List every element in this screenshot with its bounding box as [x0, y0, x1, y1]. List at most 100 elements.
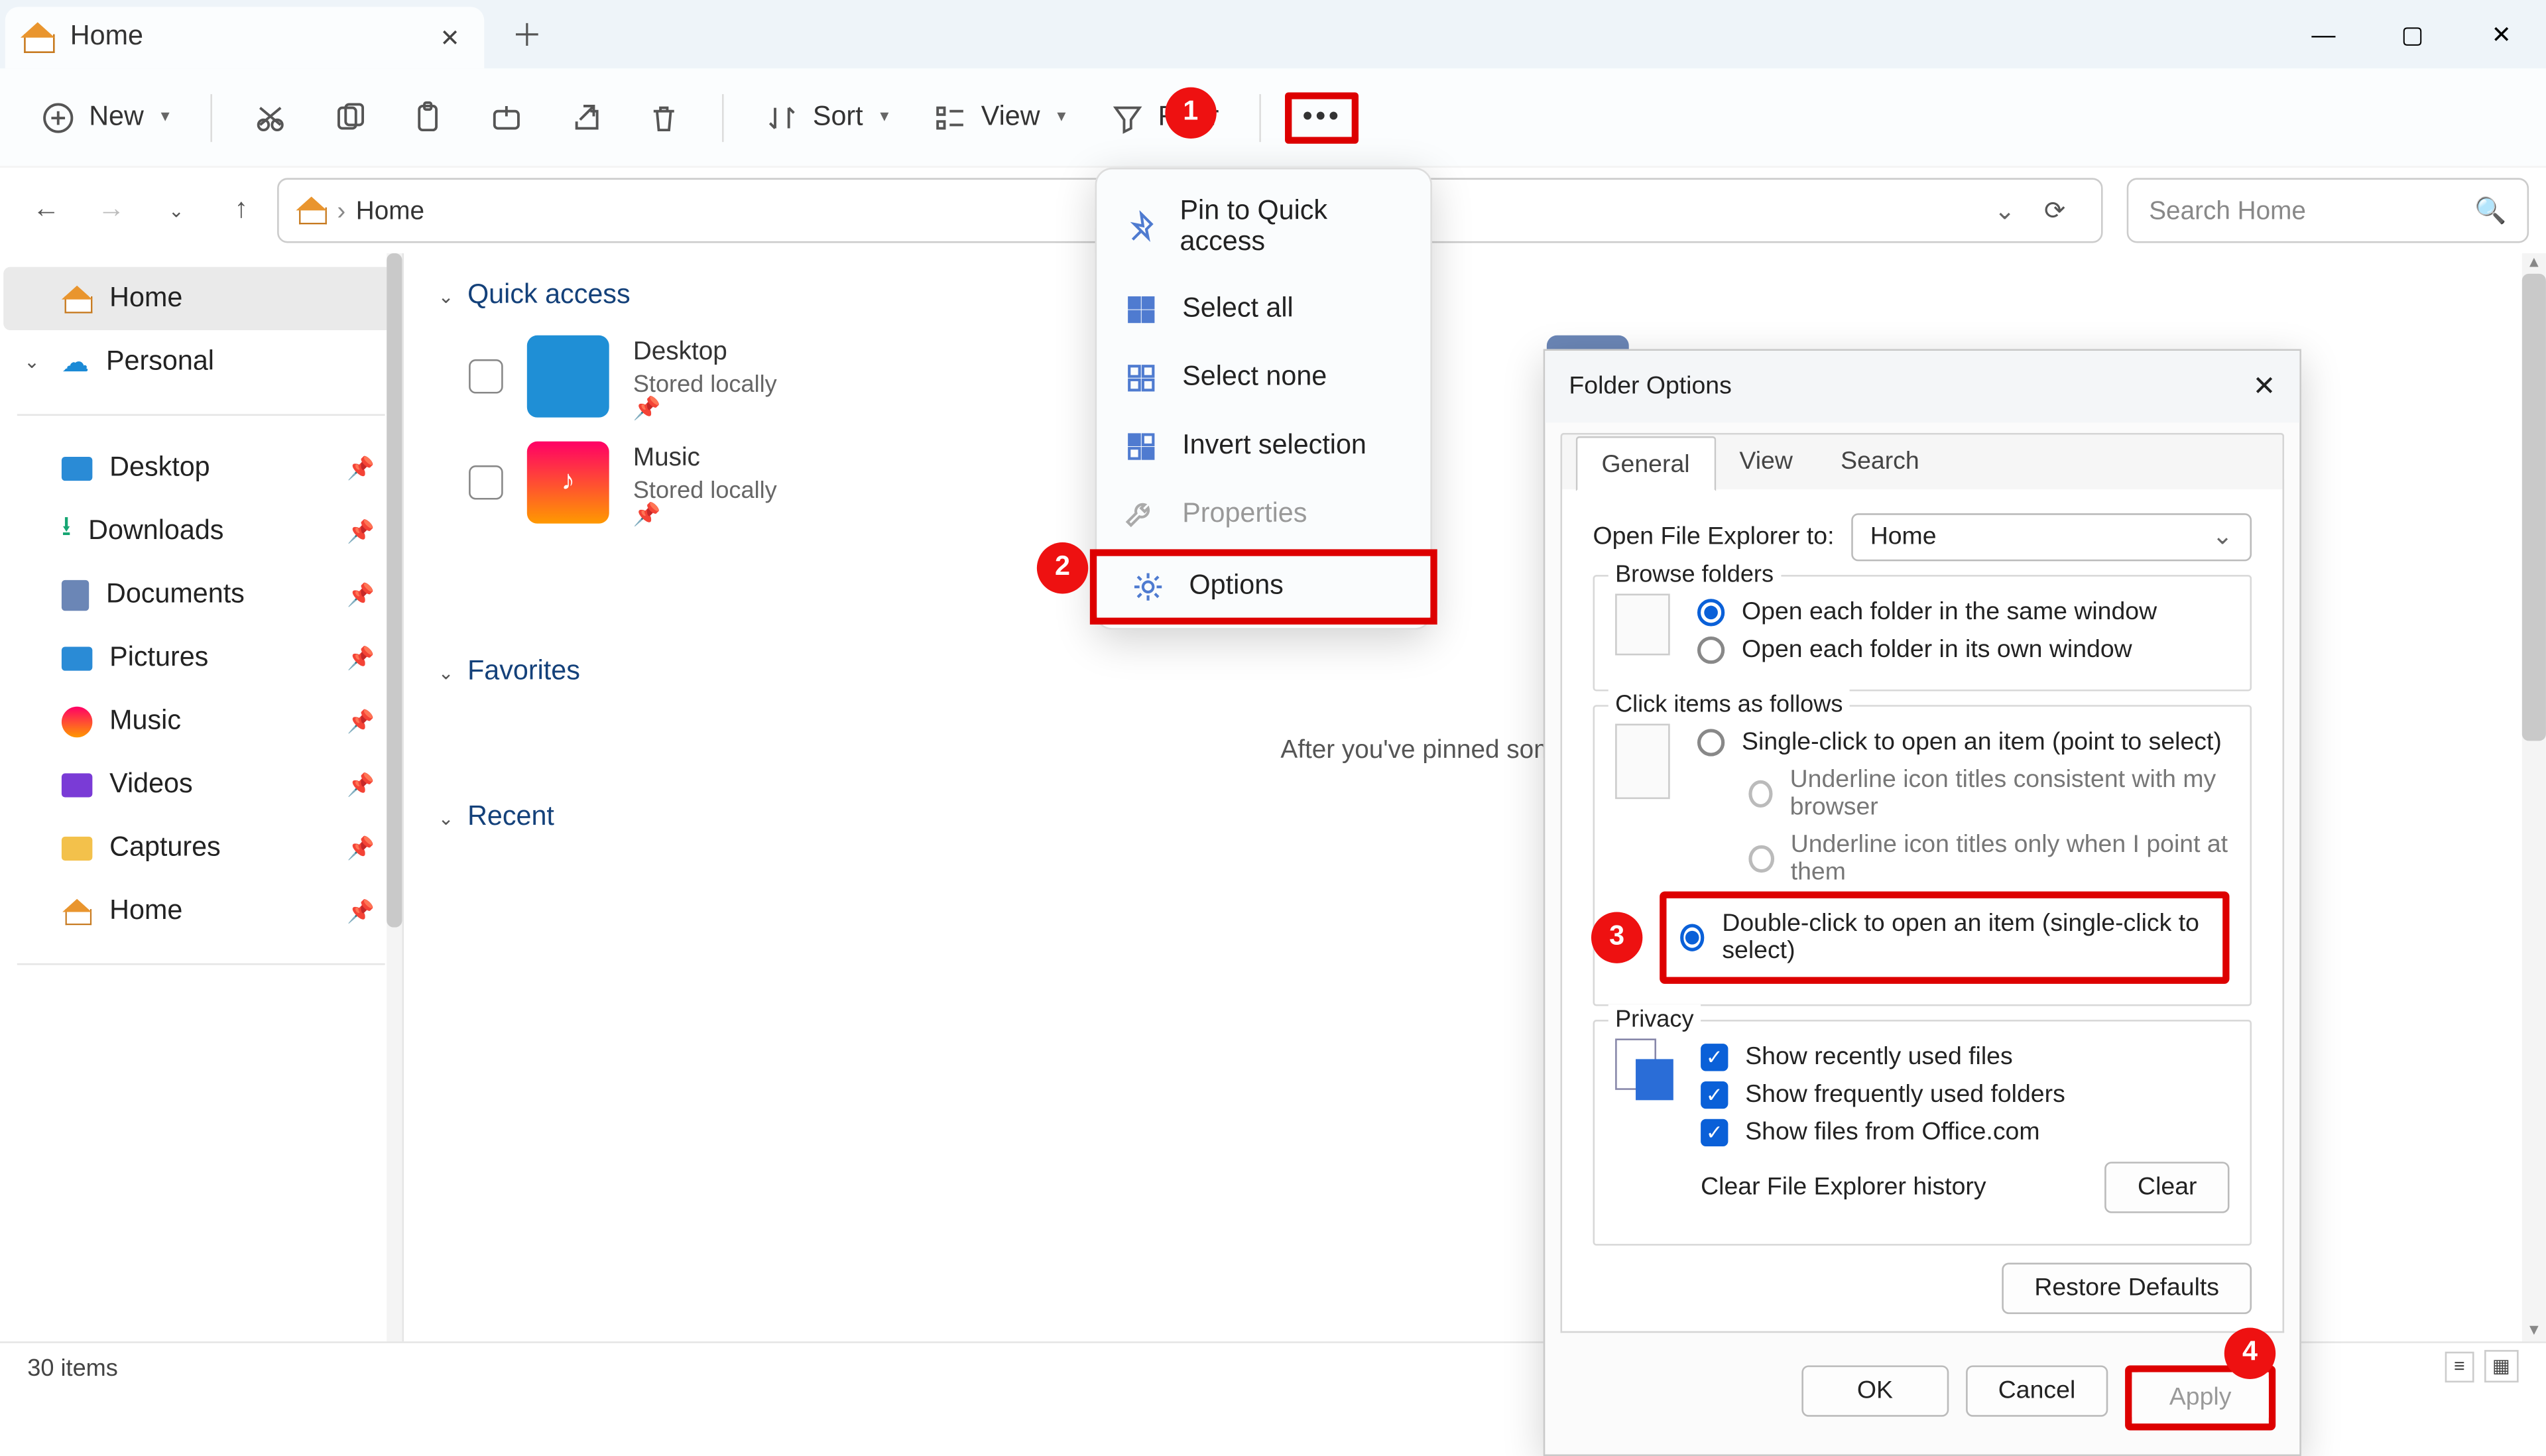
apply-button[interactable]: Apply — [2132, 1372, 2268, 1424]
rename-button[interactable] — [472, 90, 540, 145]
menu-invert-selection[interactable]: Invert selection — [1097, 412, 1430, 481]
pin-icon: 📌 — [347, 834, 375, 861]
more-button[interactable]: ••• — [1286, 91, 1359, 143]
ok-button[interactable]: OK — [1801, 1365, 1949, 1416]
sort-button[interactable]: Sort▾ — [748, 90, 906, 145]
browse-preview-icon — [1615, 593, 1670, 655]
filter-button[interactable]: Filter 1 — [1093, 90, 1237, 145]
menu-select-all[interactable]: Select all — [1097, 275, 1430, 343]
radio-icon — [1697, 729, 1725, 756]
up-button[interactable]: ↑ — [212, 182, 271, 240]
clipboard-icon — [410, 100, 445, 135]
sidebar-item-home[interactable]: Home — [3, 267, 398, 330]
checkbox[interactable] — [469, 359, 503, 394]
radio-icon — [1680, 924, 1705, 951]
window-controls: — ▢ ✕ — [2279, 0, 2546, 68]
radio-same-window[interactable]: Open each folder in the same window — [1697, 593, 2230, 631]
chevron-down-icon: ⌄ — [438, 285, 454, 308]
plus-circle-icon — [41, 100, 76, 135]
scissors-icon — [253, 100, 288, 135]
radio-icon — [1748, 845, 1774, 873]
details-view-button[interactable]: ≡ — [2445, 1351, 2473, 1381]
chevron-right-icon[interactable]: ⌄ — [24, 351, 40, 373]
paste-button[interactable] — [394, 90, 462, 145]
chevron-down-icon: ⌄ — [438, 661, 454, 684]
checkbox[interactable] — [469, 465, 503, 500]
downloads-icon: ⭳ — [62, 508, 71, 554]
main-scrollbar[interactable]: ▲ ▼ — [2522, 253, 2546, 1341]
cancel-button[interactable]: Cancel — [1966, 1365, 2108, 1416]
tab-close-button[interactable]: ✕ — [426, 14, 474, 62]
copy-button[interactable] — [315, 90, 383, 145]
recent-locations-button[interactable]: ⌄ — [147, 182, 206, 240]
click-items-group: Click items as follows Single-click to o… — [1593, 705, 2252, 1006]
menu-properties: Properties — [1097, 481, 1430, 549]
forward-button[interactable]: → — [82, 182, 141, 240]
open-to-select[interactable]: Home ⌄ — [1851, 513, 2252, 561]
back-button[interactable]: ← — [17, 182, 76, 240]
quick-item-music[interactable]: ♪ Music Stored locally 📌 — [469, 442, 1050, 524]
sidebar-item-captures[interactable]: Captures📌 — [3, 816, 398, 879]
gear-icon — [1131, 570, 1166, 604]
sidebar-scrollbar[interactable] — [387, 253, 402, 1341]
share-icon — [568, 100, 603, 135]
menu-select-none[interactable]: Select none — [1097, 344, 1430, 412]
cut-button[interactable] — [236, 90, 304, 145]
pin-icon: 📌 — [347, 771, 375, 798]
share-button[interactable] — [551, 90, 619, 145]
sidebar-item-documents[interactable]: Documents📌 — [3, 563, 398, 626]
home-icon — [23, 23, 53, 53]
sidebar-item-pictures[interactable]: Pictures📌 — [3, 626, 398, 689]
sidebar-item-downloads[interactable]: ⭳Downloads📌 — [3, 500, 398, 563]
music-icon — [62, 705, 92, 736]
quick-item-desktop[interactable]: Desktop Stored locally 📌 — [469, 335, 1050, 418]
menu-pin-quick-access[interactable]: Pin to Quick access — [1097, 180, 1430, 276]
radio-own-window[interactable]: Open each folder in its own window — [1697, 631, 2230, 669]
click-preview-icon — [1615, 724, 1670, 800]
section-quick-access[interactable]: ⌄ Quick access — [438, 271, 2512, 322]
radio-single-click[interactable]: Single-click to open an item (point to s… — [1697, 724, 2230, 762]
dialog-titlebar[interactable]: Folder Options ✕ — [1545, 351, 2299, 422]
sidebar-item-personal[interactable]: ⌄ ☁ Personal — [3, 330, 398, 393]
sidebar-item-home2[interactable]: Home📌 — [3, 879, 398, 942]
pin-icon: 📌 — [633, 506, 777, 523]
sidebar-item-music[interactable]: Music📌 — [3, 690, 398, 753]
maximize-button[interactable]: ▢ — [2368, 0, 2457, 68]
check-frequent-folders[interactable]: ✓Show frequently used folders — [1701, 1076, 2229, 1114]
onedrive-icon: ☁ — [62, 345, 89, 379]
tab-view[interactable]: View — [1715, 434, 1817, 489]
close-window-button[interactable]: ✕ — [2457, 0, 2546, 68]
check-office-files[interactable]: ✓Show files from Office.com — [1701, 1114, 2229, 1152]
breadcrumb-sep: › — [337, 196, 345, 225]
wrench-icon — [1124, 498, 1158, 532]
tab-search[interactable]: Search — [1817, 434, 1943, 489]
restore-defaults-button[interactable]: Restore Defaults — [2002, 1262, 2252, 1313]
select-all-icon — [1124, 292, 1158, 327]
tiles-view-button[interactable]: ▦ — [2484, 1350, 2519, 1382]
sidebar-item-videos[interactable]: Videos📌 — [3, 753, 398, 816]
privacy-icon — [1615, 1038, 1677, 1103]
chevron-down-icon: ⌄ — [2212, 524, 2232, 551]
menu-options[interactable]: Options — [1090, 549, 1437, 625]
radio-double-click[interactable]: Double-click to open an item (single-cli… — [1680, 905, 2209, 970]
refresh-button[interactable]: ⟳ — [2026, 182, 2084, 240]
status-count: 30 items — [27, 1353, 118, 1380]
check-recent-files[interactable]: ✓Show recently used files — [1701, 1038, 2229, 1076]
tab-general[interactable]: General — [1576, 436, 1716, 491]
new-button[interactable]: New▾ — [24, 90, 186, 145]
sidebar-item-desktop[interactable]: Desktop📌 — [3, 436, 398, 499]
breadcrumb-home[interactable]: Home — [356, 196, 424, 225]
copy-icon — [332, 100, 367, 135]
search-input[interactable]: Search Home 🔍 — [2127, 178, 2529, 243]
delete-button[interactable] — [630, 90, 698, 145]
tab-home[interactable]: Home ✕ — [5, 7, 485, 68]
radio-icon — [1697, 599, 1725, 626]
minimize-button[interactable]: — — [2279, 0, 2368, 68]
new-tab-button[interactable]: ＋ — [498, 5, 556, 64]
dialog-title: Folder Options — [1569, 373, 1731, 400]
clear-button[interactable]: Clear — [2105, 1162, 2229, 1213]
dialog-close-button[interactable]: ✕ — [2253, 369, 2276, 404]
pin-icon: 📌 — [347, 518, 375, 545]
chevron-down-icon[interactable]: ⌄ — [1994, 195, 2015, 225]
view-button[interactable]: View▾ — [916, 90, 1083, 145]
